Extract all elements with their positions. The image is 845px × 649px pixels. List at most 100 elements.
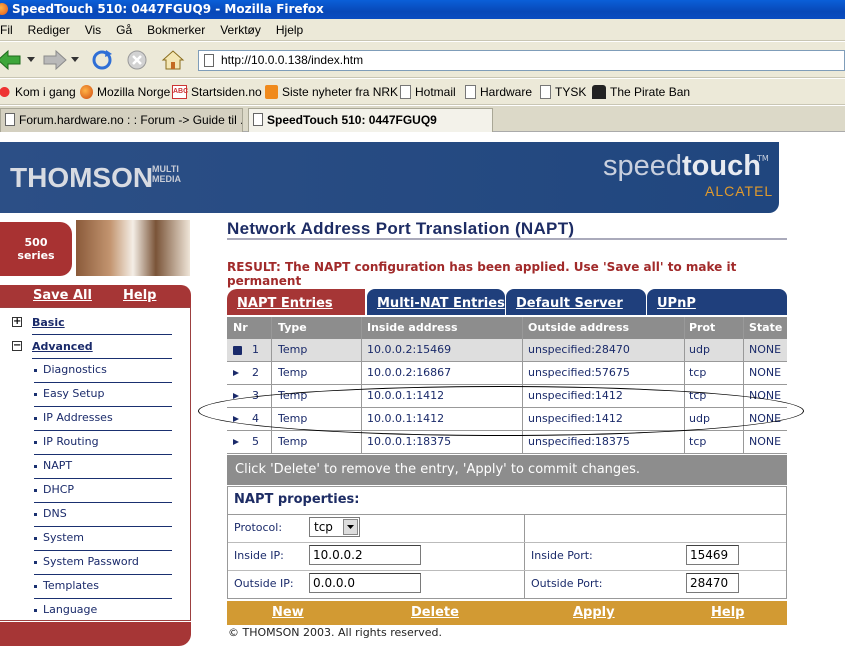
bookmark-pirate-bay[interactable]: The Pirate Ban [592, 79, 690, 105]
help-button[interactable]: Help [711, 601, 744, 625]
menu-view[interactable]: Vis [85, 23, 101, 37]
row-state: NONE [749, 389, 782, 402]
table-row[interactable]: 1 Temp 10.0.0.2:15469 unspecified:28470 … [227, 339, 787, 362]
bookmark-tysk[interactable]: TYSK [540, 79, 586, 105]
bookmark-hardware[interactable]: Hardware [465, 79, 532, 105]
back-history-dropdown[interactable] [26, 47, 36, 73]
tab-upnp[interactable]: UPnP [647, 289, 787, 315]
new-button[interactable]: New [272, 601, 304, 625]
inside-ip-input[interactable]: 10.0.0.2 [309, 545, 421, 565]
sidebar-item-ip-routing[interactable]: IP Routing [34, 435, 99, 448]
row-type: Temp [278, 435, 308, 448]
table-row[interactable]: 2 Temp 10.0.0.2:16867 unspecified:57675 … [227, 362, 787, 385]
outside-ip-input[interactable]: 0.0.0.0 [309, 573, 421, 593]
sidebar-item-dns[interactable]: DNS [34, 507, 67, 520]
divider [522, 362, 523, 384]
divider [361, 408, 362, 430]
page-icon [204, 54, 214, 67]
divider [361, 339, 362, 361]
divider [361, 362, 362, 384]
sidebar-item-system[interactable]: System [34, 531, 84, 544]
bookmark-mozilla-norge[interactable]: Mozilla Norge [80, 79, 170, 105]
save-all-link[interactable]: Save All [33, 285, 92, 307]
page-icon [400, 85, 411, 99]
expand-plus-icon[interactable]: + [12, 317, 22, 327]
menu-go[interactable]: Gå [116, 23, 132, 37]
forward-button[interactable] [42, 47, 68, 73]
table-row[interactable]: 4 Temp 10.0.0.1:1412 unspecified:1412 ud… [227, 408, 787, 431]
collapse-minus-icon[interactable]: − [12, 341, 22, 351]
tab-multi-nat-entries[interactable]: Multi-NAT Entries [367, 289, 505, 315]
properties-title: NAPT properties: [234, 492, 360, 507]
url-bar[interactable]: http://10.0.0.138/index.htm [198, 50, 845, 71]
home-button[interactable] [160, 47, 186, 73]
menu-edit[interactable]: Rediger [28, 23, 70, 37]
help-link[interactable]: Help [123, 285, 156, 307]
forward-history-dropdown[interactable] [70, 47, 80, 73]
reload-icon [92, 50, 112, 70]
sidebar-item-label: NAPT [43, 459, 73, 472]
tab-forum-hardware[interactable]: Forum.hardware.no : : Forum -> Guide til… [0, 108, 243, 132]
outside-ip-label: Outside IP: [234, 577, 294, 590]
delete-button[interactable]: Delete [411, 601, 459, 625]
bookmark-hotmail[interactable]: Hotmail [400, 79, 456, 105]
back-button[interactable] [0, 47, 22, 73]
table-row[interactable]: 3 Temp 10.0.0.1:1412 unspecified:1412 tc… [227, 385, 787, 408]
sidebar-item-napt[interactable]: NAPT [34, 459, 72, 472]
bookmark-nrk[interactable]: Siste nyheter fra NRK [265, 79, 398, 105]
sidebar-item-diagnostics[interactable]: Diagnostics [34, 363, 107, 376]
sidebar-item-label: Templates [43, 579, 99, 592]
sidebar-item-label: Language [43, 603, 98, 616]
tab-speedtouch[interactable]: SpeedTouch 510: 0447FGUQ9 [248, 108, 493, 132]
outside-port-label: Outside Port: [531, 577, 603, 590]
menu-tools[interactable]: Verktøy [220, 23, 261, 37]
row-state: NONE [749, 435, 782, 448]
series-badge: 500 series [0, 222, 72, 276]
sidebar-item-label: System Password [43, 555, 139, 568]
pirate-ship-icon [592, 85, 606, 99]
divider [32, 334, 172, 335]
stop-button[interactable] [124, 47, 150, 73]
protocol-select[interactable]: tcp [309, 517, 360, 537]
divider [743, 362, 744, 384]
speedtouch-logo: speedtouch [603, 150, 761, 183]
divider [684, 317, 685, 339]
bookmark-kom-i-gang[interactable]: Kom i gang [0, 79, 76, 105]
row-prot: udp [689, 412, 710, 425]
outside-port-input[interactable]: 28470 [686, 573, 739, 593]
tab-default-server[interactable]: Default Server [506, 289, 646, 315]
sidebar-item-basic[interactable]: Basic [32, 316, 65, 329]
sidebar-item-system-password[interactable]: System Password [34, 555, 139, 568]
bookmark-label: TYSK [555, 85, 587, 99]
sidebar-item-language[interactable]: Language [34, 603, 97, 616]
menu-file[interactable]: Fil [0, 23, 13, 37]
table-row[interactable]: 5 Temp 10.0.0.1:18375 unspecified:18375 … [227, 431, 787, 454]
dropdown-button[interactable] [343, 519, 358, 535]
inside-port-input[interactable]: 15469 [686, 545, 739, 565]
bullet-icon [34, 608, 37, 612]
menu-bookmarks[interactable]: Bokmerker [147, 23, 205, 37]
sidebar-item-advanced[interactable]: Advanced [32, 340, 93, 353]
thomson-logo: THOMSON [10, 162, 154, 193]
sidebar-item-templates[interactable]: Templates [34, 579, 99, 592]
sidebar-footer [0, 622, 191, 646]
tab-napt-entries[interactable]: NAPT Entries [227, 289, 365, 315]
apply-button[interactable]: Apply [573, 601, 615, 625]
divider [522, 339, 523, 361]
window-title-bar: SpeedTouch 510: 0447FGUQ9 - Mozilla Fire… [0, 0, 845, 19]
divider [228, 514, 786, 515]
sidebar-item-easy-setup[interactable]: Easy Setup [34, 387, 104, 400]
bookmark-startsiden[interactable]: ABC Startsiden.no [172, 79, 262, 105]
menu-help[interactable]: Hjelp [276, 23, 303, 37]
window-title: SpeedTouch 510: 0447FGUQ9 - Mozilla Fire… [12, 2, 324, 16]
reload-button[interactable] [89, 47, 115, 73]
divider [34, 502, 172, 503]
row-prot: tcp [689, 389, 707, 402]
firefox-icon [0, 3, 8, 15]
divider [34, 406, 172, 407]
sidebar-item-dhcp[interactable]: DHCP [34, 483, 74, 496]
chevron-down-icon [347, 525, 354, 529]
tab-label: Forum.hardware.no : : Forum -> Guide til… [19, 113, 243, 127]
sidebar-item-ip-addresses[interactable]: IP Addresses [34, 411, 113, 424]
touch-text: touch [682, 150, 761, 182]
